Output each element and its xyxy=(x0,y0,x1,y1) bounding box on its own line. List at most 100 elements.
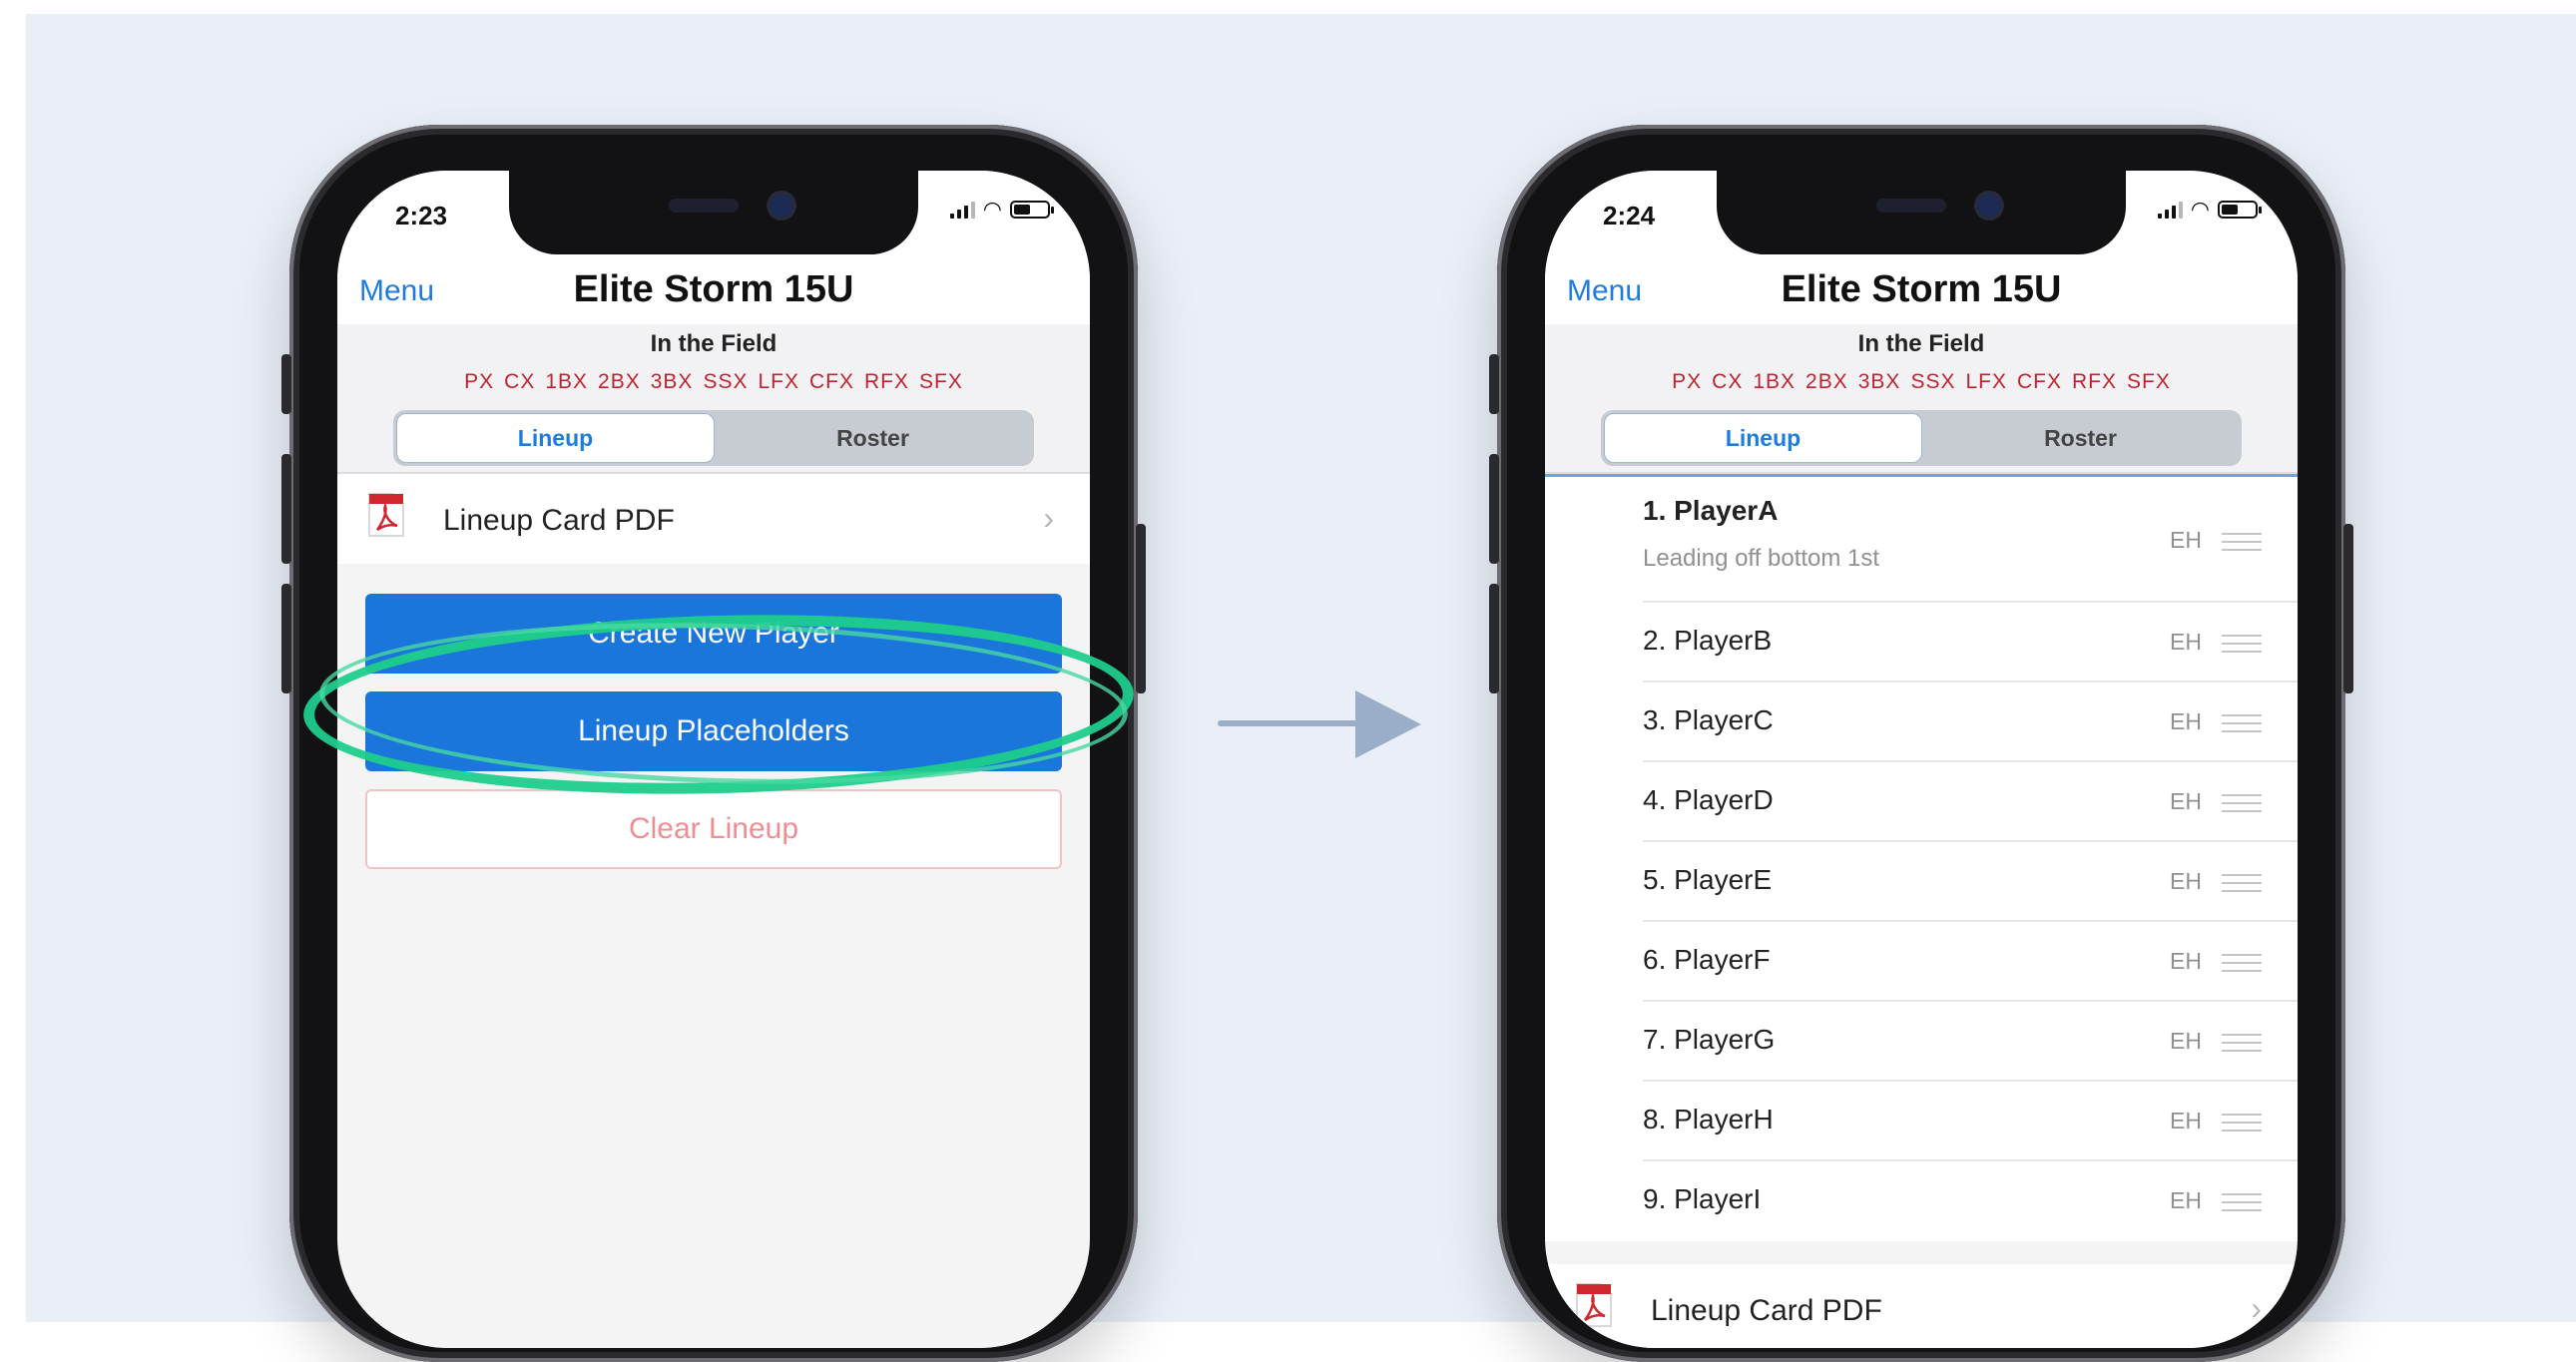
player-name: 8. PlayerH xyxy=(1643,1104,1774,1135)
position-label[interactable]: SFX xyxy=(919,370,963,393)
field-title: In the Field xyxy=(650,330,777,357)
position-label[interactable]: 2BX xyxy=(598,370,641,393)
power-button xyxy=(2343,524,2353,693)
position-label[interactable]: 1BX xyxy=(545,370,588,393)
position-list: PX CX 1BX 2BX 3BX SSX LFX CFX RFX SFX xyxy=(337,370,1090,394)
drag-handle-icon[interactable] xyxy=(2222,1193,2262,1211)
player-position[interactable]: EH xyxy=(2170,868,2202,895)
player-name: 9. PlayerI xyxy=(1643,1183,1762,1214)
drag-handle-icon[interactable] xyxy=(2222,874,2262,892)
lineup-row[interactable]: 3. PlayerC EH xyxy=(1643,682,2298,762)
position-list: PX CX 1BX 2BX 3BX SSX LFX CFX RFX SFX xyxy=(1545,370,2298,394)
left-phone: 2:23 ◠ Menu Elite Storm 15U In the Field… xyxy=(281,125,1146,1362)
player-name: 1. PlayerA xyxy=(1643,495,1779,526)
field-header: In the Field PX CX 1BX 2BX 3BX SSX LFX CFX RFX SF… xyxy=(337,324,1090,474)
canvas: 2:23 ◠ Menu Elite Storm 15U In the Field… xyxy=(0,0,2576,1362)
lineup-card-pdf-row[interactable]: Lineup Card PDF › xyxy=(1545,1264,2298,1348)
player-position[interactable]: EH xyxy=(2170,1108,2202,1135)
volume-up-button xyxy=(1489,454,1499,564)
position-label[interactable]: RFX xyxy=(2072,370,2117,393)
position-label[interactable]: PX xyxy=(464,370,494,393)
position-label[interactable]: LFX xyxy=(758,370,799,393)
tab-roster[interactable]: Roster xyxy=(715,413,1031,463)
lineup-row[interactable]: 7. PlayerG EH xyxy=(1643,1002,2298,1082)
status-time: 2:23 xyxy=(395,201,448,230)
lineup-row[interactable]: 4. PlayerD EH xyxy=(1643,762,2298,842)
drag-handle-icon[interactable] xyxy=(2222,954,2262,972)
position-label[interactable]: CX xyxy=(1712,370,1743,393)
drag-handle-icon[interactable] xyxy=(2222,1034,2262,1052)
notch xyxy=(1717,171,2126,254)
player-position[interactable]: EH xyxy=(2170,788,2202,815)
position-label[interactable]: CFX xyxy=(809,370,854,393)
player-position[interactable]: EH xyxy=(2170,527,2202,554)
lineup-card-pdf-row[interactable]: Lineup Card PDF › xyxy=(337,474,1090,564)
pdf-row-label: Lineup Card PDF xyxy=(443,504,675,537)
lineup-row[interactable]: 5. PlayerE EH xyxy=(1643,842,2298,922)
player-position[interactable]: EH xyxy=(2170,1028,2202,1055)
pdf-row-label: Lineup Card PDF xyxy=(1651,1294,1882,1327)
nav-bar: Menu Elite Storm 15U xyxy=(337,250,1090,324)
player-name: 7. PlayerG xyxy=(1643,1024,1776,1055)
position-label[interactable]: RFX xyxy=(864,370,909,393)
notch xyxy=(509,171,918,254)
segmented-control: Lineup Roster xyxy=(1601,410,2242,466)
player-status: Leading off bottom 1st xyxy=(1643,545,1880,572)
drag-handle-icon[interactable] xyxy=(2222,635,2262,653)
mute-switch xyxy=(1489,354,1499,414)
chevron-right-icon: › xyxy=(1043,500,1054,536)
player-position[interactable]: EH xyxy=(2170,708,2202,735)
position-label[interactable]: PX xyxy=(1672,370,1702,393)
drag-handle-icon[interactable] xyxy=(2222,714,2262,732)
volume-down-button xyxy=(281,584,291,693)
position-label[interactable]: CX xyxy=(504,370,535,393)
player-position[interactable]: EH xyxy=(2170,629,2202,656)
position-label[interactable]: LFX xyxy=(1965,370,2007,393)
drag-handle-icon[interactable] xyxy=(2222,794,2262,812)
position-label[interactable]: 3BX xyxy=(651,370,694,393)
clear-lineup-button[interactable]: Clear Lineup xyxy=(365,789,1062,869)
player-position[interactable]: EH xyxy=(2170,948,2202,975)
tab-lineup[interactable]: Lineup xyxy=(1604,413,1922,463)
field-title: In the Field xyxy=(1857,330,1985,357)
position-label[interactable]: 1BX xyxy=(1753,370,1796,393)
position-label[interactable]: 3BX xyxy=(1858,370,1901,393)
lineup-list: 1. PlayerA Leading off bottom 1st EH 2. … xyxy=(1545,477,2298,1241)
player-name: 3. PlayerC xyxy=(1643,704,1774,735)
position-label[interactable]: 2BX xyxy=(1805,370,1848,393)
field-header: In the Field PX CX 1BX 2BX 3BX SSX LFX CFX RFX SF… xyxy=(1545,324,2298,474)
position-label[interactable]: SSX xyxy=(703,370,748,393)
player-position[interactable]: EH xyxy=(2170,1187,2202,1214)
status-icons: ◠ xyxy=(949,197,1054,222)
wifi-icon: ◠ xyxy=(2190,197,2210,222)
lineup-row[interactable]: 9. PlayerI EH xyxy=(1643,1161,2298,1241)
pdf-icon xyxy=(1576,1283,1612,1327)
volume-up-button xyxy=(281,454,291,564)
player-name: 4. PlayerD xyxy=(1643,784,1774,815)
signal-icon xyxy=(949,201,975,219)
segmented-control: Lineup Roster xyxy=(393,410,1034,466)
lineup-row[interactable]: 2. PlayerB EH xyxy=(1643,603,2298,682)
arrow-right-icon xyxy=(1355,690,1421,758)
tab-roster[interactable]: Roster xyxy=(1922,413,2239,463)
drag-handle-icon[interactable] xyxy=(2222,533,2262,551)
position-label[interactable]: SFX xyxy=(2127,370,2171,393)
lineup-row[interactable]: 1. PlayerA Leading off bottom 1st EH xyxy=(1643,477,2298,603)
right-phone: 2:24 ◠ Menu Elite Storm 15U In the Field… xyxy=(1489,125,2353,1362)
nav-bar: Menu Elite Storm 15U xyxy=(1545,250,2298,324)
position-label[interactable]: CFX xyxy=(2017,370,2062,393)
lineup-row[interactable]: 6. PlayerF EH xyxy=(1643,922,2298,1002)
drag-handle-icon[interactable] xyxy=(2222,1114,2262,1132)
page-title: Elite Storm 15U xyxy=(573,268,854,310)
page-title: Elite Storm 15U xyxy=(1781,268,2062,310)
mute-switch xyxy=(281,354,291,414)
battery-icon xyxy=(2218,201,2262,219)
pdf-icon xyxy=(368,493,404,537)
position-label[interactable]: SSX xyxy=(1910,370,1955,393)
battery-icon xyxy=(1010,201,1054,219)
status-icons: ◠ xyxy=(2157,197,2262,222)
tab-lineup[interactable]: Lineup xyxy=(396,413,715,463)
lineup-row[interactable]: 8. PlayerH EH xyxy=(1643,1082,2298,1161)
wifi-icon: ◠ xyxy=(982,197,1002,222)
player-name: 6. PlayerF xyxy=(1643,944,1771,975)
